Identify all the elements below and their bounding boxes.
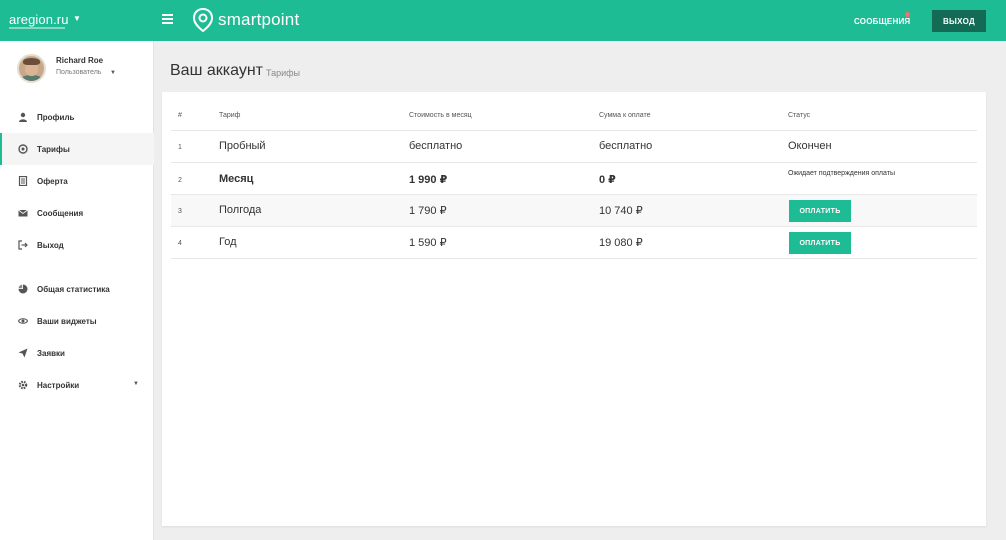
- chevron-down-icon[interactable]: ▼: [73, 14, 81, 23]
- sidebar-item-messages[interactable]: Сообщения: [0, 197, 154, 229]
- messages-link[interactable]: СООБЩЕНИЯ: [854, 17, 910, 26]
- column-header-number: #: [178, 112, 182, 119]
- logout-button[interactable]: ВЫХОД: [932, 10, 986, 32]
- tariff-name: Полгода: [219, 204, 262, 216]
- brand-underline: [9, 27, 65, 29]
- pay-button[interactable]: ОПЛАТИТЬ: [789, 200, 851, 222]
- sidebar: Richard Roe Пользователь ▼ Профиль Тариф…: [0, 41, 154, 540]
- envelope-icon: [18, 209, 28, 217]
- sidebar-item-tariffs[interactable]: Тарифы: [0, 133, 154, 165]
- sidebar-item-label: Профиль: [37, 112, 75, 122]
- eye-icon: [18, 318, 28, 324]
- column-header-tariff: Тариф: [219, 112, 241, 119]
- document-icon: [18, 176, 28, 186]
- sidebar-item-label: Ваши виджеты: [37, 316, 97, 326]
- sidebar-item-widgets[interactable]: Ваши виджеты: [0, 305, 154, 337]
- logo-text: smartpoint: [218, 10, 300, 29]
- sidebar-nav-main: Профиль Тарифы Оферта Сообщения Выход: [0, 101, 154, 261]
- tariff-price: бесплатно: [409, 140, 463, 152]
- sidebar-item-settings[interactable]: Настройки ▼: [0, 369, 154, 401]
- row-number: 3: [178, 208, 182, 215]
- row-number: 2: [178, 177, 182, 184]
- tariff-icon: [18, 144, 28, 154]
- tariff-total: 0 ₽: [599, 174, 616, 186]
- tariff-name: Год: [219, 236, 237, 248]
- table-row: 4 Год 1 590 ₽ 19 080 ₽ ОПЛАТИТЬ: [171, 227, 977, 259]
- sidebar-item-label: Настройки: [37, 380, 80, 390]
- smartpoint-logo-icon: [193, 8, 213, 32]
- table-row: 2 Месяц 1 990 ₽ 0 ₽ Ожидает подтверждени…: [171, 163, 977, 195]
- tariff-total: 10 740 ₽: [599, 205, 643, 217]
- table-row: 1 Пробный бесплатно бесплатно Окончен: [171, 131, 977, 163]
- pay-button[interactable]: ОПЛАТИТЬ: [789, 232, 851, 254]
- avatar[interactable]: [17, 54, 46, 83]
- sidebar-item-requests[interactable]: Заявки: [0, 337, 154, 369]
- chevron-down-icon[interactable]: ▼: [133, 381, 139, 387]
- user-name: Richard Roe: [56, 56, 104, 65]
- top-bar: aregion.ru ▼ smartpoint СООБЩЕНИЯ ВЫХОД: [0, 0, 1006, 41]
- user-block: Richard Roe Пользователь ▼: [0, 41, 154, 101]
- sidebar-item-label: Сообщения: [37, 208, 84, 218]
- tariff-price: 1 990 ₽: [409, 174, 448, 186]
- table-header: # Тариф Стоимость в месяц Сумма к оплате…: [171, 92, 977, 131]
- brand-link[interactable]: aregion.ru: [9, 12, 69, 27]
- tariff-total: бесплатно: [599, 140, 653, 152]
- paper-plane-icon: [18, 348, 28, 358]
- tariff-price: 1 590 ₽: [409, 237, 447, 249]
- tariff-status: Ожидает подтверждения оплаты: [788, 170, 895, 177]
- person-icon: [19, 112, 27, 122]
- menu-icon[interactable]: [162, 14, 173, 24]
- sidebar-item-label: Оферта: [37, 176, 68, 186]
- column-header-price: Стоимость в месяц: [409, 112, 472, 119]
- tariff-status: Окончен: [788, 140, 832, 152]
- tariff-name: Пробный: [219, 140, 266, 152]
- page-title: Ваш аккаунт: [170, 62, 263, 79]
- column-header-total: Сумма к оплате: [599, 112, 651, 119]
- chevron-down-icon[interactable]: ▼: [110, 70, 116, 76]
- notification-badge: [905, 12, 910, 17]
- row-number: 4: [178, 240, 182, 247]
- sidebar-item-statistics[interactable]: Общая статистика: [0, 273, 154, 305]
- sidebar-item-logout[interactable]: Выход: [0, 229, 154, 261]
- sidebar-item-label: Выход: [37, 240, 64, 250]
- tariff-price: 1 790 ₽: [409, 205, 447, 217]
- sidebar-nav-secondary: Общая статистика Ваши виджеты Заявки Нас…: [0, 273, 154, 401]
- gear-icon: [18, 380, 28, 390]
- breadcrumb: Тарифы: [266, 68, 301, 78]
- pie-chart-icon: [18, 284, 28, 294]
- table-row: 3 Полгода 1 790 ₽ 10 740 ₽ ОПЛАТИТЬ: [171, 195, 977, 227]
- sidebar-item-offer[interactable]: Оферта: [0, 165, 154, 197]
- sidebar-item-label: Заявки: [37, 348, 65, 358]
- tariffs-card: # Тариф Стоимость в месяц Сумма к оплате…: [162, 92, 986, 526]
- sidebar-item-profile[interactable]: Профиль: [0, 101, 154, 133]
- user-role-dropdown[interactable]: Пользователь: [56, 69, 101, 76]
- sidebar-item-label: Тарифы: [37, 144, 70, 154]
- column-header-status: Статус: [788, 112, 811, 119]
- tariff-name: Месяц: [219, 173, 254, 185]
- tariff-total: 19 080 ₽: [599, 237, 643, 249]
- row-number: 1: [178, 144, 182, 151]
- sidebar-item-label: Общая статистика: [37, 284, 110, 294]
- logout-icon: [18, 240, 28, 250]
